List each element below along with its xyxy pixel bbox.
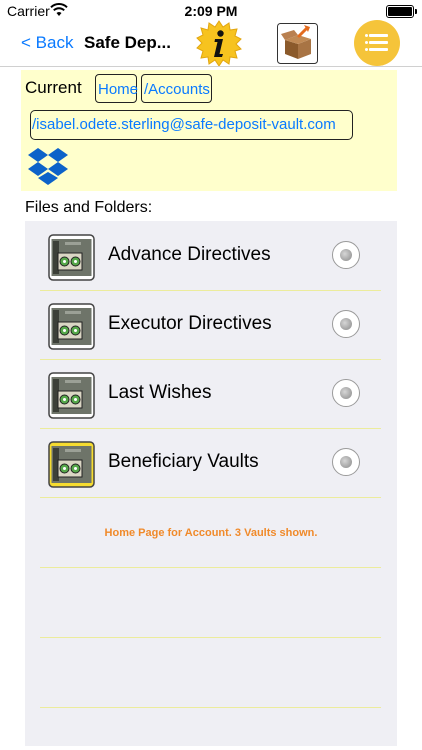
location-panel: Current Home /Accounts /isabel.odete.ste… <box>21 70 397 191</box>
current-label: Current <box>25 78 82 97</box>
list-item[interactable]: Executor Directives <box>40 291 381 360</box>
list-item-label: Advance Directives <box>108 244 271 265</box>
breadcrumb-accounts[interactable]: /Accounts <box>141 74 212 103</box>
select-radio[interactable] <box>332 310 360 338</box>
file-list: Advance Directives Executor Directives L… <box>25 221 397 746</box>
list-item-label: Beneficiary Vaults <box>108 451 259 472</box>
safe-icon <box>48 303 95 350</box>
status-message: Home Page for Account. 3 Vaults shown. <box>104 527 318 539</box>
status-bar: Carrier 2:09 PM <box>0 0 422 22</box>
package-icon[interactable] <box>277 23 318 64</box>
select-radio[interactable] <box>332 241 360 269</box>
select-radio[interactable] <box>332 379 360 407</box>
safe-icon <box>48 234 95 281</box>
account-path-button[interactable]: /isabel.odete.sterling@safe-deposit-vaul… <box>30 110 353 140</box>
back-button[interactable]: < Back <box>21 33 73 53</box>
list-menu-icon[interactable] <box>354 20 400 66</box>
safe-icon <box>48 372 95 419</box>
empty-row <box>40 569 381 638</box>
info-icon[interactable] <box>196 20 242 66</box>
list-item-label: Executor Directives <box>108 313 272 334</box>
safe-icon <box>48 441 95 488</box>
battery-icon <box>386 5 417 18</box>
breadcrumb-home[interactable]: Home <box>95 74 138 103</box>
select-radio[interactable] <box>332 448 360 476</box>
list-item[interactable]: Last Wishes <box>40 360 381 429</box>
empty-row <box>40 639 381 708</box>
page-title: Safe Dep... <box>84 33 171 52</box>
clock: 2:09 PM <box>184 3 238 19</box>
list-item[interactable]: Advance Directives <box>40 222 381 291</box>
dropbox-icon[interactable] <box>27 147 72 187</box>
files-and-folders-label: Files and Folders: <box>25 199 153 216</box>
list-item[interactable]: Beneficiary Vaults <box>40 429 381 498</box>
navigation-bar: < Back Safe Dep... <box>0 20 422 67</box>
list-item-label: Last Wishes <box>108 382 212 403</box>
